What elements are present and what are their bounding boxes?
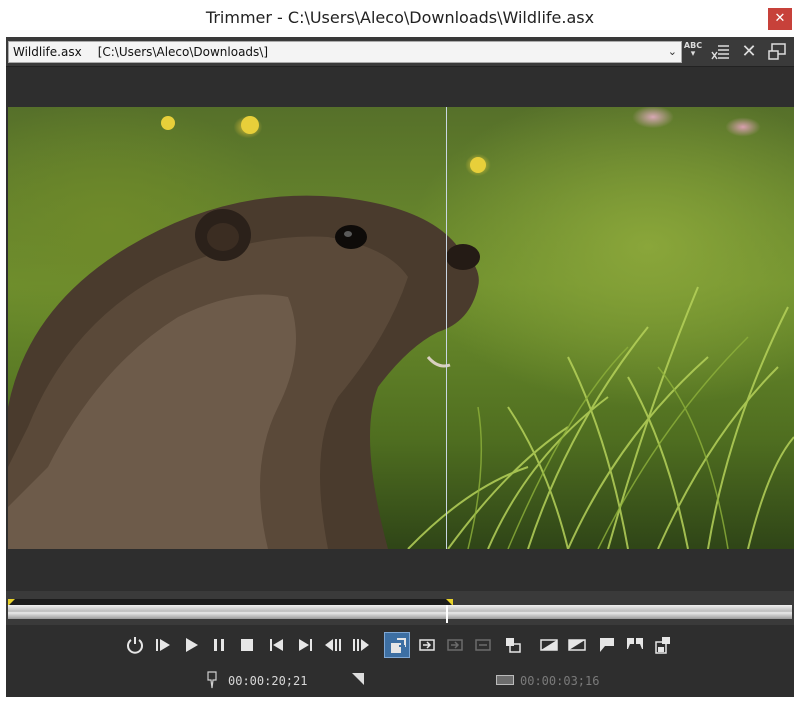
overwrite-mode-icon[interactable] — [384, 632, 410, 658]
video-playhead-line — [446, 107, 447, 549]
next-frame-icon[interactable] — [292, 632, 318, 658]
trim-timeline[interactable] — [6, 591, 794, 625]
media-path-dropdown[interactable]: Wildlife.asx [C:\Users\Aleco\Downloads\] … — [8, 41, 682, 63]
close-icon[interactable]: ✕ — [738, 41, 760, 63]
play-from-start-icon[interactable] — [150, 632, 176, 658]
selection-length-icon — [496, 675, 514, 685]
trim-event-icon[interactable] — [500, 632, 526, 658]
selection-start-icon — [352, 673, 364, 689]
set-out-icon[interactable] — [564, 632, 590, 658]
chevron-down-icon[interactable]: ⌄ — [668, 42, 677, 62]
region-icon[interactable] — [622, 632, 648, 658]
status-bar: 00:00:20;21 00:00:03;16 — [6, 665, 794, 697]
window-close-button[interactable]: ✕ — [768, 8, 792, 30]
spellcheck-icon[interactable]: ABC ▾ — [682, 41, 704, 63]
add-to-timeline-dim-icon — [442, 632, 468, 658]
timeline-cursor[interactable] — [446, 605, 448, 623]
pause-icon[interactable] — [206, 632, 232, 658]
step-forward-icon[interactable] — [348, 632, 374, 658]
selection-length: 00:00:03;16 — [520, 674, 600, 688]
path-toolbar: Wildlife.asx [C:\Users\Aleco\Downloads\] … — [6, 37, 794, 67]
save-icon[interactable] — [650, 632, 676, 658]
fit-dim-icon — [470, 632, 496, 658]
file-name: Wildlife.asx — [13, 45, 82, 59]
cursor-position-icon — [206, 671, 218, 692]
filter-list-icon[interactable] — [710, 41, 732, 63]
play-icon[interactable] — [178, 632, 204, 658]
cursor-time: 00:00:20;21 — [228, 674, 308, 688]
loop-playback-icon[interactable] — [122, 632, 148, 658]
previous-frame-icon[interactable] — [264, 632, 290, 658]
window-title: Trimmer - C:\Users\Aleco\Downloads\Wildl… — [205, 8, 595, 27]
timeline-track[interactable] — [8, 605, 792, 619]
title-bar: Trimmer - C:\Users\Aleco\Downloads\Wildl… — [0, 0, 800, 36]
insert-icon[interactable] — [414, 632, 440, 658]
trimmer-panel: Wildlife.asx [C:\Users\Aleco\Downloads\] … — [6, 37, 794, 697]
dock-window-icon[interactable] — [766, 41, 788, 63]
marker-icon[interactable] — [594, 632, 620, 658]
transport-controls — [6, 627, 794, 663]
set-in-icon[interactable] — [536, 632, 562, 658]
step-back-icon[interactable] — [320, 632, 346, 658]
folder-path: [C:\Users\Aleco\Downloads\] — [97, 45, 269, 59]
video-preview[interactable] — [8, 107, 794, 549]
stop-icon[interactable] — [234, 632, 260, 658]
marmot-image — [8, 195, 480, 549]
